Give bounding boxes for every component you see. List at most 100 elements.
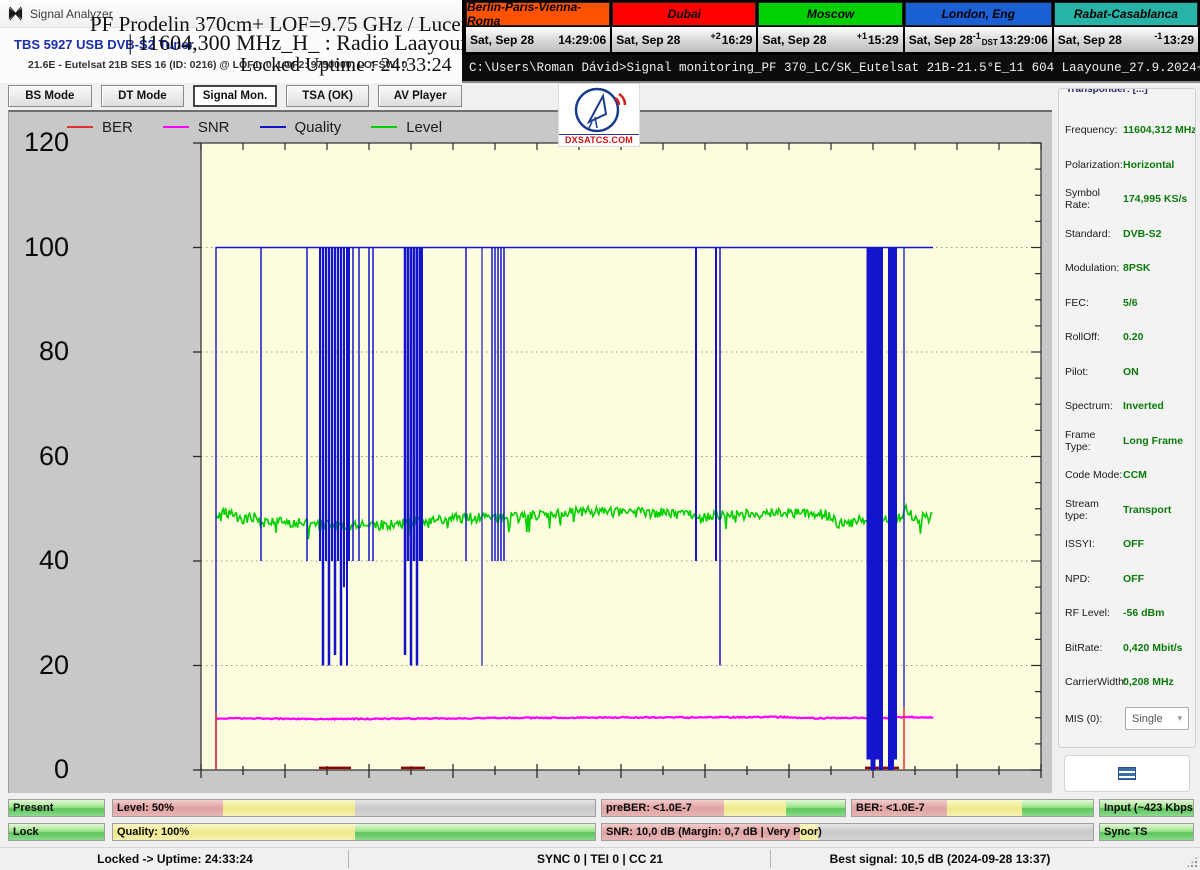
- param-frame-type: Frame Type:Long Frame: [1059, 424, 1195, 459]
- bar-lock: Lock: [8, 823, 105, 841]
- clock-date: Sat, Sep 28: [762, 33, 826, 47]
- param-label: Frequency:: [1065, 124, 1123, 136]
- param-value: Transport: [1123, 504, 1171, 516]
- resize-grip-icon[interactable]: [1186, 856, 1198, 868]
- parameters-panel: Transponder: [...] Frequency:11604,312 M…: [1052, 83, 1200, 795]
- param-value: 0.20: [1123, 331, 1143, 343]
- clock-date: Sat, Sep 28: [616, 33, 680, 47]
- param-label: ISSYI:: [1065, 538, 1123, 550]
- clock-time-value: 13:29:06: [1000, 33, 1048, 47]
- param-label: FEC:: [1065, 297, 1123, 309]
- y-axis-label-40: 40: [21, 545, 69, 576]
- param-label: RollOff:: [1065, 331, 1123, 343]
- tab-signal-mon[interactable]: Signal Mon.: [193, 85, 277, 107]
- mis-label: MIS (0):: [1065, 713, 1123, 725]
- signal-chart: BERSNRQualityLevel 120100806040200: [8, 110, 1052, 793]
- bar-label-level: Level: 50%: [117, 802, 174, 814]
- mis-value: Single: [1132, 713, 1163, 725]
- transponder-groupbox: Transponder: [...] Frequency:11604,312 M…: [1058, 88, 1196, 748]
- tab-av-player[interactable]: AV Player: [378, 85, 462, 107]
- clock-dubai: DubaiSat, Sep 28+216:29: [612, 2, 756, 54]
- param-value: 0,420 Mbit/s: [1123, 642, 1183, 654]
- tab-tsa[interactable]: TSA (OK): [286, 85, 370, 107]
- param-standard: Standard:DVB-S2: [1059, 217, 1195, 252]
- param-label: Modulation:: [1065, 262, 1123, 274]
- indicator-bars: Present Level: 50% preBER: <1.0E-7 BER: <1.…: [0, 795, 1200, 847]
- param-label: Stream type:: [1065, 498, 1123, 522]
- param-label: Pilot:: [1065, 366, 1123, 378]
- transponder-clipped-label: Transponder: [...]: [1066, 88, 1148, 96]
- bar-preber: preBER: <1.0E-7: [601, 799, 846, 817]
- param-label: Frame Type:: [1065, 429, 1123, 453]
- chevron-down-icon: ▾: [1177, 713, 1182, 724]
- clock-time: Sat, Sep 2814:29:06: [466, 27, 610, 52]
- param-label: Symbol Rate:: [1065, 187, 1123, 211]
- locked-uptime: Locked Uptime : 24:33:24: [240, 54, 452, 77]
- clock-moscow: MoscowSat, Sep 28+115:29: [758, 2, 902, 54]
- satellite-dish-icon: [559, 84, 639, 134]
- param-value: DVB-S2: [1123, 228, 1162, 240]
- param-value: ON: [1123, 366, 1139, 378]
- spectrum-button[interactable]: [1064, 755, 1190, 792]
- y-axis-label-100: 100: [21, 232, 69, 263]
- tab-dt-mode[interactable]: DT Mode: [101, 85, 185, 107]
- bar-label-ber: BER: <1.0E-7: [856, 802, 925, 814]
- param-value: 11604,312 MHz: [1123, 124, 1196, 136]
- clock-time: Sat, Sep 28+115:29: [758, 27, 902, 52]
- param-value: 174,995 KS/s: [1123, 193, 1187, 205]
- bar-label-lock: Lock: [13, 826, 39, 838]
- mode-tabs: BS Mode DT Mode Signal Mon. TSA (OK) AV …: [0, 83, 462, 110]
- bar-snr: SNR: 10,0 dB (Margin: 0,7 dB | Very Poor…: [601, 823, 1094, 841]
- param-rolloff: RollOff:0.20: [1059, 320, 1195, 355]
- clock-london-eng: London, EngSat, Sep 28-1DST13:29:06: [905, 2, 1052, 54]
- tab-bs-mode[interactable]: BS Mode: [8, 85, 92, 107]
- param-value: 0,208 MHz: [1123, 676, 1174, 688]
- clock-time-value: 15:29: [868, 33, 899, 47]
- world-clocks-panel: Berlin-Paris-Vienna-RomaSat, Sep 2814:29…: [462, 0, 1200, 55]
- clock-utc-offset: -1: [1154, 31, 1162, 41]
- param-bitrate: BitRate:0,420 Mbit/s: [1059, 631, 1195, 666]
- clock-rabat-casablanca: Rabat-CasablancaSat, Sep 28-113:29: [1054, 2, 1198, 54]
- param-issyi: ISSYI:OFF: [1059, 527, 1195, 562]
- clock-city-label: Dubai: [612, 2, 756, 26]
- param-label: NPD:: [1065, 573, 1123, 585]
- clock-city-label: Berlin-Paris-Vienna-Roma: [466, 2, 610, 26]
- param-label: BitRate:: [1065, 642, 1123, 654]
- param-value: Long Frame: [1123, 435, 1183, 447]
- param-label: Polarization:: [1065, 159, 1123, 171]
- param-value: OFF: [1123, 573, 1144, 585]
- param-npd: NPD:OFF: [1059, 562, 1195, 597]
- y-axis-label-20: 20: [21, 650, 69, 681]
- bar-syncts: Sync TS: [1099, 823, 1194, 841]
- param-symbol-rate: Symbol Rate:174,995 KS/s: [1059, 182, 1195, 217]
- param-value: Inverted: [1123, 400, 1164, 412]
- clock-time-value: 13:29: [1163, 33, 1194, 47]
- mis-select[interactable]: Single ▾: [1125, 707, 1189, 730]
- bar-label-snr: SNR: 10,0 dB (Margin: 0,7 dB | Very Poor…: [606, 826, 822, 838]
- y-axis-label-60: 60: [21, 441, 69, 472]
- header: PF Prodelin 370cm+ LOF=9.75 GHz / Lucene…: [0, 28, 462, 83]
- param-label: Standard:: [1065, 228, 1123, 240]
- bar-quality: Quality: 100%: [112, 823, 596, 841]
- param-label: RF Level:: [1065, 607, 1123, 619]
- clock-city-label: Moscow: [758, 2, 902, 26]
- clock-utc-offset: -1: [973, 31, 981, 41]
- statusbar-divider: [348, 850, 349, 868]
- param-label: Spectrum:: [1065, 400, 1123, 412]
- app-icon: [8, 6, 23, 21]
- bar-present: Present: [8, 799, 105, 817]
- status-bar: Locked -> Uptime: 24:33:24SYNC 0 | TEI 0…: [0, 847, 1200, 870]
- param-value: CCM: [1123, 469, 1147, 481]
- console-prompt[interactable]: C:\Users\Roman Dávid>Signal monitoring_P…: [462, 55, 1200, 83]
- bar-label-quality: Quality: 100%: [117, 826, 189, 838]
- clock-city-label: London, Eng: [905, 2, 1052, 26]
- clock-city-label: Rabat-Casablanca: [1054, 2, 1198, 26]
- param-spectrum: Spectrum:Inverted: [1059, 389, 1195, 424]
- param-value: OFF: [1123, 538, 1144, 550]
- clock-time: Sat, Sep 28+216:29: [612, 27, 756, 52]
- bar-label-preber: preBER: <1.0E-7: [606, 802, 692, 814]
- dxsatcs-logo: DXSATCS.COM: [558, 83, 640, 147]
- bar-label-syncts: Sync TS: [1104, 826, 1147, 838]
- y-axis-label-0: 0: [21, 754, 69, 785]
- param-stream-type: Stream type:Transport: [1059, 493, 1195, 528]
